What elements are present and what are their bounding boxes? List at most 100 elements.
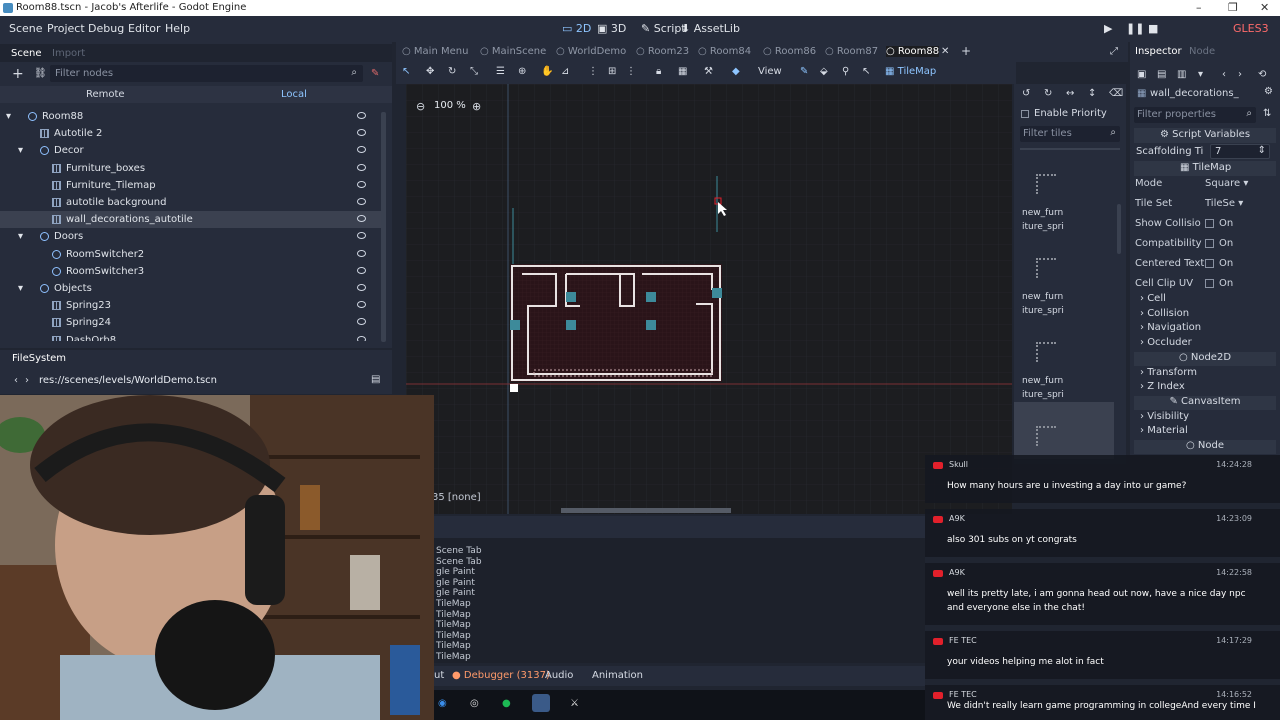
tile-item[interactable]: new_furn iture_spri <box>1014 234 1114 316</box>
zoom-in-icon[interactable]: ⊕ <box>472 100 481 113</box>
menu-scene[interactable]: Scene <box>9 22 43 35</box>
property-value[interactable]: TileSe ▾ <box>1205 198 1243 209</box>
resource-menu-icon[interactable]: ▾ <box>1198 69 1203 80</box>
tile-size-slider[interactable] <box>1020 148 1120 150</box>
scene-tree-item[interactable]: Spring24 <box>0 314 386 331</box>
back-arrow-icon[interactable]: ‹ <box>14 375 18 386</box>
tile-list-scrollbar[interactable] <box>1117 204 1121 254</box>
scene-tree-item[interactable]: Spring23 <box>0 297 386 314</box>
visibility-eye-icon[interactable] <box>357 215 366 223</box>
local-tab[interactable]: Local <box>281 89 307 100</box>
snap-options-icon[interactable]: ⋮ <box>626 66 636 77</box>
history-forward-icon[interactable]: › <box>1238 69 1242 80</box>
visibility-eye-icon[interactable] <box>357 129 366 137</box>
workspace-script[interactable]: ✎ Script <box>641 22 686 35</box>
minimize-button[interactable]: – <box>1196 0 1202 16</box>
scaffolding-spinbox[interactable]: 7 ⇕ <box>1210 144 1270 159</box>
tab-inspector[interactable]: Inspector <box>1135 46 1182 57</box>
scene-tab[interactable]: ○ Room86 <box>763 46 816 57</box>
filter-tiles-input[interactable]: Filter tiles ⌕ <box>1020 126 1120 142</box>
inspector-section[interactable]: › Navigation <box>1140 322 1201 336</box>
scene-tree-item[interactable]: RoomSwitcher2 <box>0 246 386 263</box>
paint-tool-icon[interactable]: ✎ <box>800 66 808 77</box>
forward-arrow-icon[interactable]: › <box>25 375 29 386</box>
scene-tree-item[interactable]: Furniture_Tilemap <box>0 177 386 194</box>
menu-help[interactable]: Help <box>165 22 190 35</box>
spotify-icon[interactable]: ● <box>502 698 511 709</box>
add-scene-tab-icon[interactable]: + <box>961 44 971 58</box>
property-value[interactable]: On <box>1205 258 1233 269</box>
grid-snap-icon[interactable]: ⊞ <box>608 66 616 77</box>
inspector-section[interactable]: › Collision <box>1140 308 1189 322</box>
filter-properties-input[interactable]: Filter properties ⌕ <box>1134 107 1256 123</box>
inspector-section[interactable]: › Visibility <box>1140 411 1189 425</box>
scene-tree-item[interactable]: Furniture_boxes <box>0 160 386 177</box>
inspected-object[interactable]: wall_decorations_ <box>1150 88 1239 99</box>
collapse-arrow-icon[interactable]: ▾ <box>6 108 11 125</box>
menu-project[interactable]: Project <box>47 22 85 35</box>
group-icon[interactable]: ▦ <box>678 66 687 77</box>
load-resource-icon[interactable]: ▤ <box>1157 69 1166 80</box>
scene-tree-item[interactable]: wall_decorations_autotile <box>0 211 386 229</box>
object-menu-icon[interactable]: ⚙ <box>1264 86 1273 97</box>
lock-icon[interactable]: 🔒︎ <box>656 66 661 77</box>
visibility-eye-icon[interactable] <box>357 249 366 257</box>
select-tool-icon[interactable]: ↖ <box>402 66 410 77</box>
distraction-free-icon[interactable]: ⤢ <box>1110 46 1118 57</box>
collapse-arrow-icon[interactable]: ▾ <box>18 280 23 297</box>
properties-menu-icon[interactable]: ⇅ <box>1263 108 1271 119</box>
snap-icon[interactable]: ⋮ <box>588 66 598 77</box>
tile-item[interactable]: new_furn iture_spri <box>1014 402 1114 459</box>
visibility-eye-icon[interactable] <box>357 335 366 341</box>
workspace-2d[interactable]: ▭ 2D <box>562 22 591 35</box>
scene-tree-item[interactable]: ▾ Objects <box>0 280 386 297</box>
picker-icon[interactable]: ⚲ <box>842 66 849 77</box>
tab-output[interactable]: ut <box>434 670 444 681</box>
zoom-out-icon[interactable]: ⊖ <box>416 100 425 113</box>
script-variables-header[interactable]: ⚙ Script Variables <box>1134 128 1276 143</box>
scene-tab[interactable]: ○ Room88 <box>886 46 940 57</box>
collapse-arrow-icon[interactable]: ▾ <box>18 142 23 159</box>
move-tool-icon[interactable]: ✥ <box>426 66 434 77</box>
bucket-fill-icon[interactable]: ⬙ <box>820 66 828 77</box>
scene-tree-item[interactable]: ▾ Doors <box>0 228 386 245</box>
flip-h-icon[interactable]: ↔ <box>1066 88 1074 99</box>
maximize-button[interactable]: ❐ <box>1228 0 1238 16</box>
property-value[interactable]: On <box>1205 278 1233 289</box>
history-icon[interactable]: ⟲ <box>1258 69 1266 80</box>
pan-tool-icon[interactable]: ✋ <box>541 66 553 77</box>
tile-item[interactable]: new_furn iture_spri <box>1014 318 1114 400</box>
visibility-eye-icon[interactable] <box>357 180 366 188</box>
scale-tool-icon[interactable]: ⤡ <box>470 66 478 77</box>
pause-icon[interactable]: ❚❚ <box>1126 22 1144 35</box>
scene-tab[interactable]: ○ WorldDemo <box>556 46 626 57</box>
property-value[interactable]: Square ▾ <box>1205 178 1248 189</box>
visibility-eye-icon[interactable] <box>357 146 366 154</box>
scene-tab[interactable]: ○ Room87 <box>825 46 878 57</box>
pivot-icon[interactable]: ⊕ <box>518 66 526 77</box>
tab-animation[interactable]: Animation <box>592 670 643 681</box>
edge-icon[interactable]: ◉ <box>438 698 447 709</box>
inspector-section[interactable]: › Occluder <box>1140 337 1192 351</box>
tab-debugger[interactable]: ● Debugger (3137) <box>452 670 550 681</box>
clear-transform-icon[interactable]: ⌫ <box>1109 88 1123 99</box>
scene-tab[interactable]: ○ Room23 <box>636 46 689 57</box>
scene-tree-item[interactable]: Autotile 2 <box>0 125 386 142</box>
scene-tab[interactable]: ○ Room84 <box>698 46 751 57</box>
inspector-section[interactable]: › Material <box>1140 425 1188 439</box>
enable-priority-checkbox[interactable] <box>1021 110 1029 118</box>
stop-icon[interactable]: ■ <box>1148 22 1158 35</box>
visibility-eye-icon[interactable] <box>357 284 366 291</box>
visibility-eye-icon[interactable] <box>357 301 366 309</box>
visibility-eye-icon[interactable] <box>357 198 366 205</box>
godot-taskbar-icon[interactable] <box>532 694 550 712</box>
history-back-icon[interactable]: ‹ <box>1222 69 1226 80</box>
rotate-right-icon[interactable]: ↻ <box>1044 88 1052 99</box>
obs-icon[interactable]: ◎ <box>470 698 479 709</box>
list-select-icon[interactable]: ☰ <box>496 66 505 77</box>
visibility-eye-icon[interactable] <box>357 163 366 171</box>
visibility-eye-icon[interactable] <box>357 232 366 240</box>
workspace-assetlib[interactable]: ⬇ AssetLib <box>681 22 740 35</box>
view-menu[interactable]: View <box>758 66 782 77</box>
remote-tab[interactable]: Remote <box>86 89 125 100</box>
